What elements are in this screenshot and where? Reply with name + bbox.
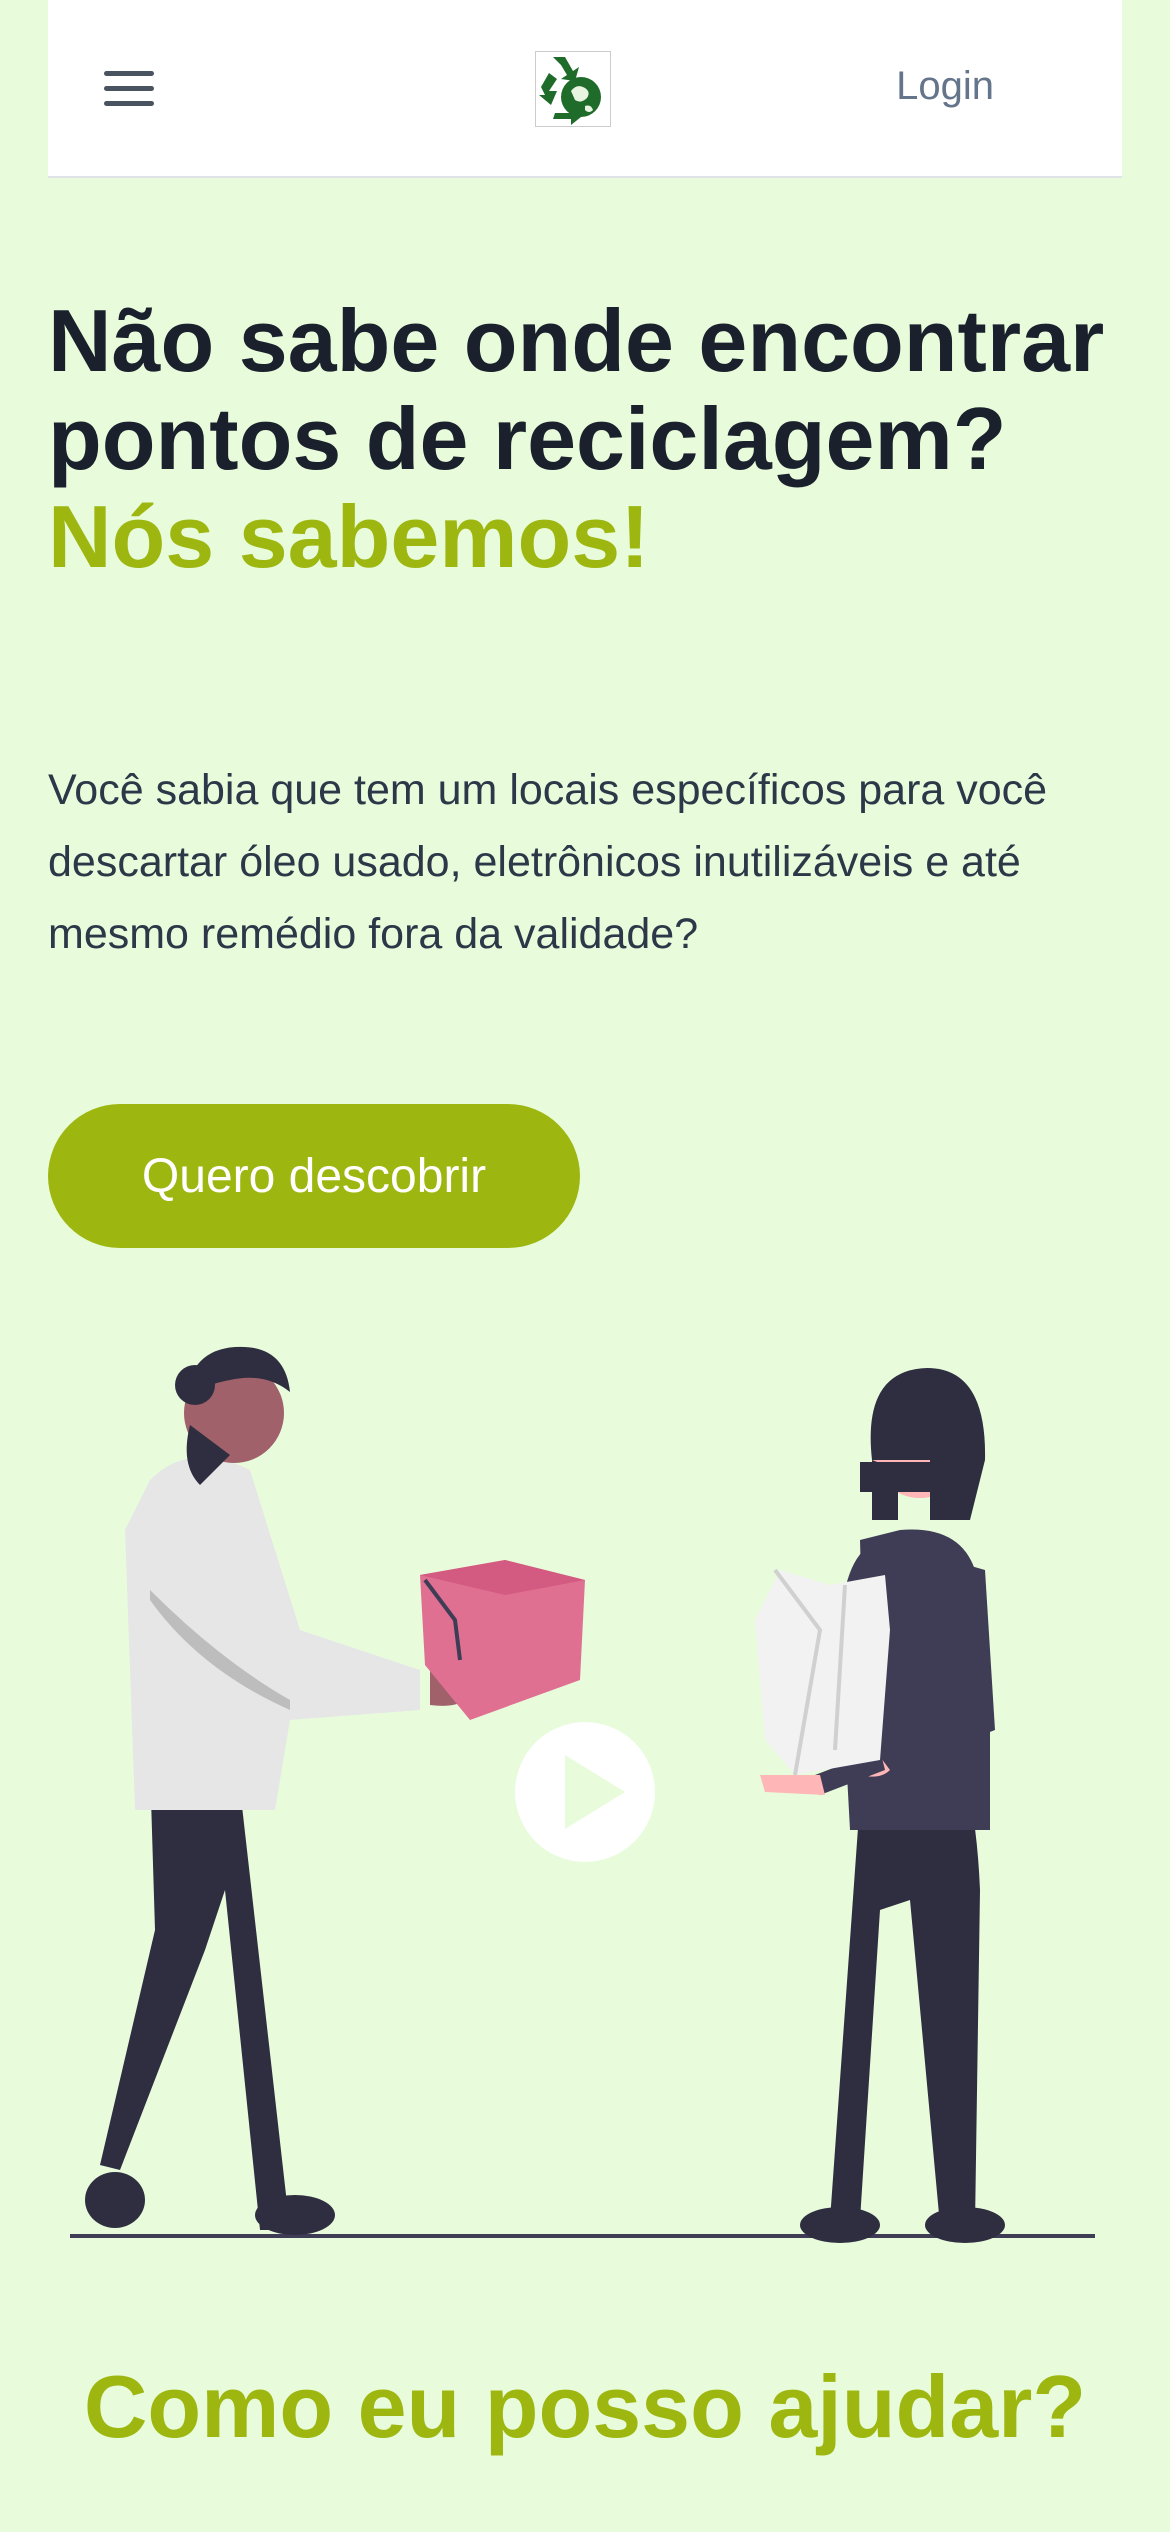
woman-figure <box>760 1368 1005 2243</box>
white-box <box>755 1568 890 1776</box>
hamburger-menu-icon[interactable] <box>104 58 164 118</box>
recycling-illustration <box>70 1346 1095 2243</box>
login-link[interactable]: Login <box>896 64 994 109</box>
discover-button[interactable]: Quero descobrir <box>48 1104 580 1248</box>
recycle-logo-icon[interactable] <box>535 51 611 127</box>
hero-title: Não sabe onde encontrar pontos de recicl… <box>48 292 1128 586</box>
navbar: Login <box>48 0 1122 178</box>
man-figure <box>85 1346 475 2235</box>
hero-title-accent: Nós sabemos! <box>48 487 650 586</box>
hero-description: Você sabia que tem um locais específicos… <box>48 766 1048 958</box>
hero-title-main: Não sabe onde encontrar pontos de recicl… <box>48 291 1105 488</box>
section-title: Como eu posso ajudar? <box>83 2357 1087 2456</box>
